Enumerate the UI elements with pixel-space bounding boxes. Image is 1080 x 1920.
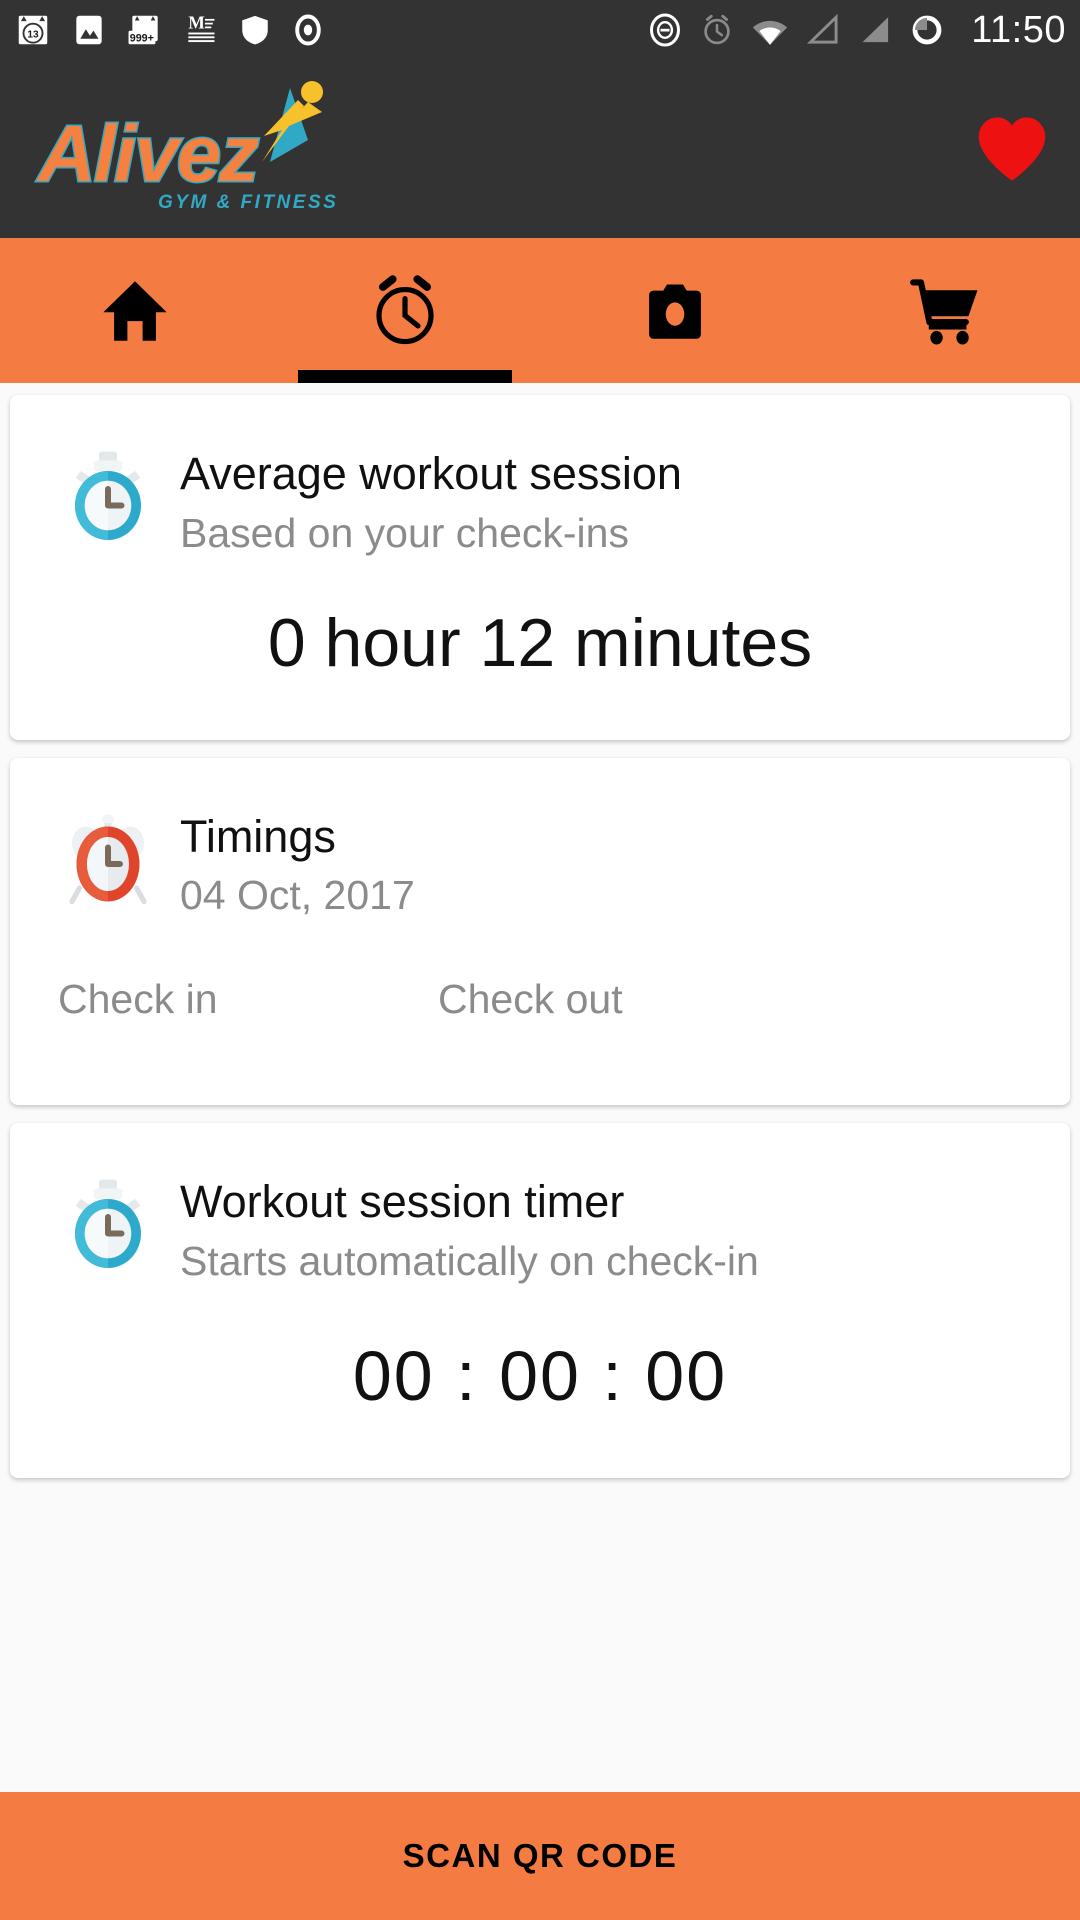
check-out-block: Check out bbox=[438, 976, 818, 1037]
status-bar-clock: 11:50 bbox=[971, 8, 1066, 51]
shield-icon bbox=[242, 15, 268, 45]
card-text-block: Timings 04 Oct, 2017 bbox=[180, 806, 415, 921]
check-in-value bbox=[58, 1031, 438, 1037]
app-screen: 13 999+ M 11:50 Alivez GYM & FITNESS Ave… bbox=[0, 0, 1080, 1920]
card-average-workout-session: Average workout session Based on your ch… bbox=[10, 395, 1070, 740]
tab-store[interactable] bbox=[810, 238, 1080, 383]
card-timings: Timings 04 Oct, 2017 Check in Check out bbox=[10, 757, 1070, 1106]
stopwatch-blue-icon bbox=[75, 451, 141, 540]
card-subtitle: Based on your check-ins bbox=[180, 509, 629, 556]
status-bar-left-icons: 13 999+ M bbox=[14, 11, 326, 49]
signal-sim2-icon bbox=[862, 17, 889, 43]
card-title: Average workout session bbox=[180, 448, 682, 499]
alarm-clock-red-icon bbox=[69, 814, 147, 904]
card-subtitle: 04 Oct, 2017 bbox=[180, 872, 415, 919]
scan-qr-code-button[interactable]: SCAN QR CODE bbox=[0, 1792, 1080, 1920]
do-not-disturb-icon bbox=[650, 13, 681, 47]
home-icon bbox=[103, 280, 167, 341]
average-session-value: 0 hour 12 minutes bbox=[267, 604, 813, 681]
session-timer-value: 00 : 00 : 00 bbox=[352, 1337, 728, 1416]
svg-text:999+: 999+ bbox=[130, 33, 154, 45]
tab-active-indicator bbox=[298, 370, 512, 383]
card-title: Workout session timer bbox=[180, 1176, 625, 1228]
check-times-row: Check in Check out bbox=[10, 920, 1070, 1105]
status-bar: 13 999+ M 11:50 bbox=[0, 0, 1080, 60]
shopping-cart-icon bbox=[910, 278, 978, 344]
check-out-label: Check out bbox=[438, 976, 623, 1023]
app-logo: Alivez GYM & FITNESS bbox=[30, 74, 380, 224]
camera-icon bbox=[649, 283, 701, 339]
gallery-icon bbox=[76, 15, 102, 45]
card-header: Timings 04 Oct, 2017 bbox=[10, 758, 1070, 921]
tab-bar bbox=[0, 238, 1080, 383]
messages-icon: 999+ bbox=[128, 15, 158, 45]
card-workout-session-timer: Workout session timer Starts automatical… bbox=[10, 1123, 1070, 1479]
alarm-icon bbox=[704, 14, 730, 45]
athlete-runner-icon bbox=[262, 81, 323, 162]
content-area: Average workout session Based on your ch… bbox=[0, 383, 1080, 1792]
svg-text:M: M bbox=[188, 12, 204, 32]
tab-timings[interactable] bbox=[270, 238, 540, 383]
status-bar-right-icons: 11:50 bbox=[647, 9, 1066, 52]
card-header: Workout session timer Starts automatical… bbox=[10, 1123, 1070, 1286]
record-icon bbox=[295, 14, 321, 46]
battery-icon bbox=[912, 15, 942, 45]
app-header: Alivez GYM & FITNESS bbox=[0, 60, 1080, 238]
calendar-icon: 13 bbox=[18, 15, 48, 45]
alarm-clock-icon bbox=[376, 274, 434, 344]
medium-icon: M bbox=[188, 12, 215, 43]
svg-text:13: 13 bbox=[27, 29, 39, 40]
card-header: Average workout session Based on your ch… bbox=[10, 395, 1070, 558]
tab-home[interactable] bbox=[0, 238, 270, 383]
card-subtitle: Starts automatically on check-in bbox=[180, 1237, 759, 1284]
card-title: Timings bbox=[180, 810, 336, 862]
wifi-icon bbox=[753, 20, 788, 45]
heart-icon[interactable] bbox=[974, 114, 1050, 184]
card-text-block: Workout session timer Starts automatical… bbox=[180, 1171, 759, 1286]
signal-sim1-icon bbox=[807, 13, 838, 44]
card-text-block: Average workout session Based on your ch… bbox=[180, 443, 682, 558]
stopwatch-blue-icon bbox=[75, 1179, 141, 1269]
check-in-label: Check in bbox=[58, 976, 218, 1023]
check-in-block: Check in bbox=[58, 976, 438, 1037]
check-out-value bbox=[438, 1031, 818, 1037]
app-logo-subtitle: GYM & FITNESS bbox=[158, 192, 339, 213]
tab-camera[interactable] bbox=[540, 238, 810, 383]
